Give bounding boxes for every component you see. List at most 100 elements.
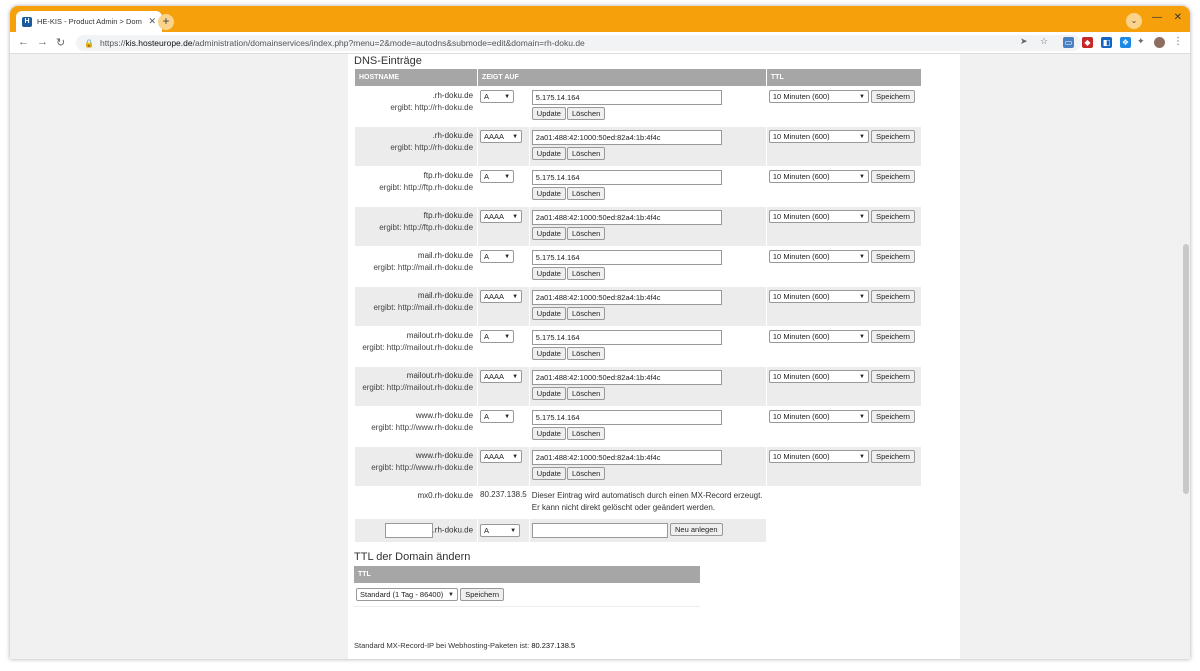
record-value-input[interactable]: 2a01:488:42:1000:50ed:82a4:1b:4f4c	[531, 210, 722, 225]
record-value-input[interactable]: 5.175.14.164	[531, 250, 722, 265]
hostname-cell: www.rh-doku.de ergibt: http://www.rh-doku…	[353, 406, 479, 447]
delete-button[interactable]: Löschen	[566, 267, 606, 280]
record-type-select[interactable]: AAAA ▼	[480, 450, 523, 463]
avatar[interactable]	[1154, 37, 1165, 48]
record-value-input[interactable]: 5.175.14.164	[531, 410, 722, 425]
address-bar[interactable]: 🔒 https:// kis.hosteurope.de /administra…	[76, 35, 1081, 51]
record-type-select[interactable]: A ▼	[480, 250, 515, 263]
create-button[interactable]: Neu anlegen	[670, 523, 723, 536]
reload-icon[interactable]: ↻	[56, 36, 65, 49]
new-value-input[interactable]	[531, 523, 668, 538]
record-ttl-value: 10 Minuten (600)	[772, 372, 830, 381]
tab-title: HE-KIS - Product Admin > Dom	[37, 17, 142, 26]
chevron-down-icon: ▼	[512, 293, 519, 300]
save-button[interactable]: Speichern	[871, 370, 915, 383]
new-tab-button[interactable]: +	[158, 14, 174, 30]
update-button[interactable]: Update	[531, 427, 566, 440]
update-button[interactable]: Update	[531, 347, 566, 360]
delete-button[interactable]: Löschen	[566, 227, 606, 240]
update-button[interactable]: Update	[531, 467, 566, 480]
record-resolves: ergibt: http://mailout.rh-doku.de	[362, 383, 474, 392]
send-icon[interactable]: ➤	[1020, 36, 1028, 47]
new-type-select[interactable]: A ▼	[480, 524, 521, 537]
record-value-input[interactable]: 5.175.14.164	[531, 330, 722, 345]
record-ttl-select[interactable]: 10 Minuten (600) ▼	[768, 210, 869, 223]
record-resolves: ergibt: http://mail.rh-doku.de	[373, 263, 474, 272]
scrollbar[interactable]	[1183, 244, 1189, 494]
save-button[interactable]: Speichern	[871, 170, 915, 183]
delete-button[interactable]: Löschen	[566, 147, 606, 160]
new-hostname-input[interactable]	[384, 523, 433, 538]
delete-button[interactable]: Löschen	[566, 427, 606, 440]
record-ttl-select[interactable]: 10 Minuten (600) ▼	[768, 170, 869, 183]
translate-icon[interactable]: ◧	[1101, 37, 1112, 48]
back-arrow-icon[interactable]: ←	[18, 36, 29, 48]
delete-button[interactable]: Löschen	[566, 107, 606, 120]
save-button[interactable]: Speichern	[871, 410, 915, 423]
save-button[interactable]: Speichern	[871, 290, 915, 303]
chevron-down-icon[interactable]: ⌄	[1126, 13, 1142, 29]
minimize-icon[interactable]: —	[1152, 12, 1162, 23]
close-icon[interactable]: ✕	[148, 16, 156, 27]
save-button[interactable]: Speichern	[871, 130, 915, 143]
record-resolves: ergibt: http://ftp.rh-doku.de	[379, 223, 474, 232]
record-ttl-select[interactable]: 10 Minuten (600) ▼	[768, 370, 869, 383]
record-ttl-value: 10 Minuten (600)	[772, 252, 830, 261]
window-close-icon[interactable]: ✕	[1174, 12, 1182, 23]
record-type-select[interactable]: AAAA ▼	[480, 370, 523, 383]
update-button[interactable]: Update	[531, 227, 566, 240]
record-type-select[interactable]: A ▼	[480, 330, 515, 343]
update-button[interactable]: Update	[531, 307, 566, 320]
delete-button[interactable]: Löschen	[566, 187, 606, 200]
save-button[interactable]: Speichern	[871, 90, 915, 103]
extension-icon[interactable]: ▭	[1063, 37, 1074, 48]
record-ttl-select[interactable]: 10 Minuten (600) ▼	[768, 90, 869, 103]
record-ttl-value: 10 Minuten (600)	[772, 172, 830, 181]
chevron-down-icon: ▼	[858, 133, 865, 140]
record-type-select[interactable]: AAAA ▼	[480, 290, 523, 303]
record-value-input[interactable]: 5.175.14.164	[531, 170, 722, 185]
record-value-input[interactable]: 2a01:488:42:1000:50ed:82a4:1b:4f4c	[531, 450, 722, 465]
puzzle-icon[interactable]: ✦	[1137, 36, 1145, 47]
record-hostname: .rh-doku.de	[432, 91, 474, 100]
record-ttl-select[interactable]: 10 Minuten (600) ▼	[768, 330, 869, 343]
delete-button[interactable]: Löschen	[566, 467, 606, 480]
delete-button[interactable]: Löschen	[566, 387, 606, 400]
menu-dots-icon[interactable]: ⋮	[1173, 36, 1183, 47]
record-ttl-select[interactable]: 10 Minuten (600) ▼	[768, 130, 869, 143]
save-button[interactable]: Speichern	[871, 210, 915, 223]
hostname-cell: ftp.rh-doku.de ergibt: http://ftp.rh-doku…	[353, 166, 479, 207]
record-ttl-select[interactable]: 10 Minuten (600) ▼	[768, 410, 869, 423]
record-value-input[interactable]: 2a01:488:42:1000:50ed:82a4:1b:4f4c	[531, 130, 722, 145]
record-type-select[interactable]: AAAA ▼	[480, 210, 523, 223]
active-tab[interactable]: H HE-KIS - Product Admin > Dom ✕	[16, 11, 162, 32]
update-button[interactable]: Update	[531, 387, 566, 400]
record-value-input[interactable]: 5.175.14.164	[531, 90, 722, 105]
save-button[interactable]: Speichern	[871, 250, 915, 263]
star-icon[interactable]: ☆	[1040, 36, 1048, 47]
update-button[interactable]: Update	[531, 107, 566, 120]
record-type-select[interactable]: A ▼	[480, 90, 515, 103]
save-button[interactable]: Speichern	[871, 450, 915, 463]
save-button[interactable]: Speichern	[871, 330, 915, 343]
record-type-select[interactable]: A ▼	[480, 410, 515, 423]
update-button[interactable]: Update	[531, 187, 566, 200]
update-button[interactable]: Update	[531, 147, 566, 160]
update-button[interactable]: Update	[531, 267, 566, 280]
record-value-input[interactable]: 2a01:488:42:1000:50ed:82a4:1b:4f4c	[531, 370, 722, 385]
record-ttl-select[interactable]: 10 Minuten (600) ▼	[768, 450, 869, 463]
record-ttl-select[interactable]: 10 Minuten (600) ▼	[768, 250, 869, 263]
delete-button[interactable]: Löschen	[566, 347, 606, 360]
domain-ttl-save-button[interactable]: Speichern	[460, 588, 505, 601]
dropbox-icon[interactable]: ❖	[1120, 37, 1131, 48]
record-type-select[interactable]: A ▼	[480, 170, 515, 183]
domain-ttl-select[interactable]: Standard (1 Tag - 86400) ▼	[356, 588, 458, 601]
ublock-icon[interactable]: ◆	[1082, 37, 1093, 48]
record-ttl-select[interactable]: 10 Minuten (600) ▼	[768, 290, 869, 303]
record-value-input[interactable]: 2a01:488:42:1000:50ed:82a4:1b:4f4c	[531, 290, 722, 305]
forward-arrow-icon[interactable]: →	[37, 36, 48, 48]
chevron-down-icon: ▼	[858, 93, 865, 100]
delete-button[interactable]: Löschen	[566, 307, 606, 320]
record-hostname: www.rh-doku.de	[415, 451, 474, 460]
record-type-select[interactable]: AAAA ▼	[480, 130, 523, 143]
